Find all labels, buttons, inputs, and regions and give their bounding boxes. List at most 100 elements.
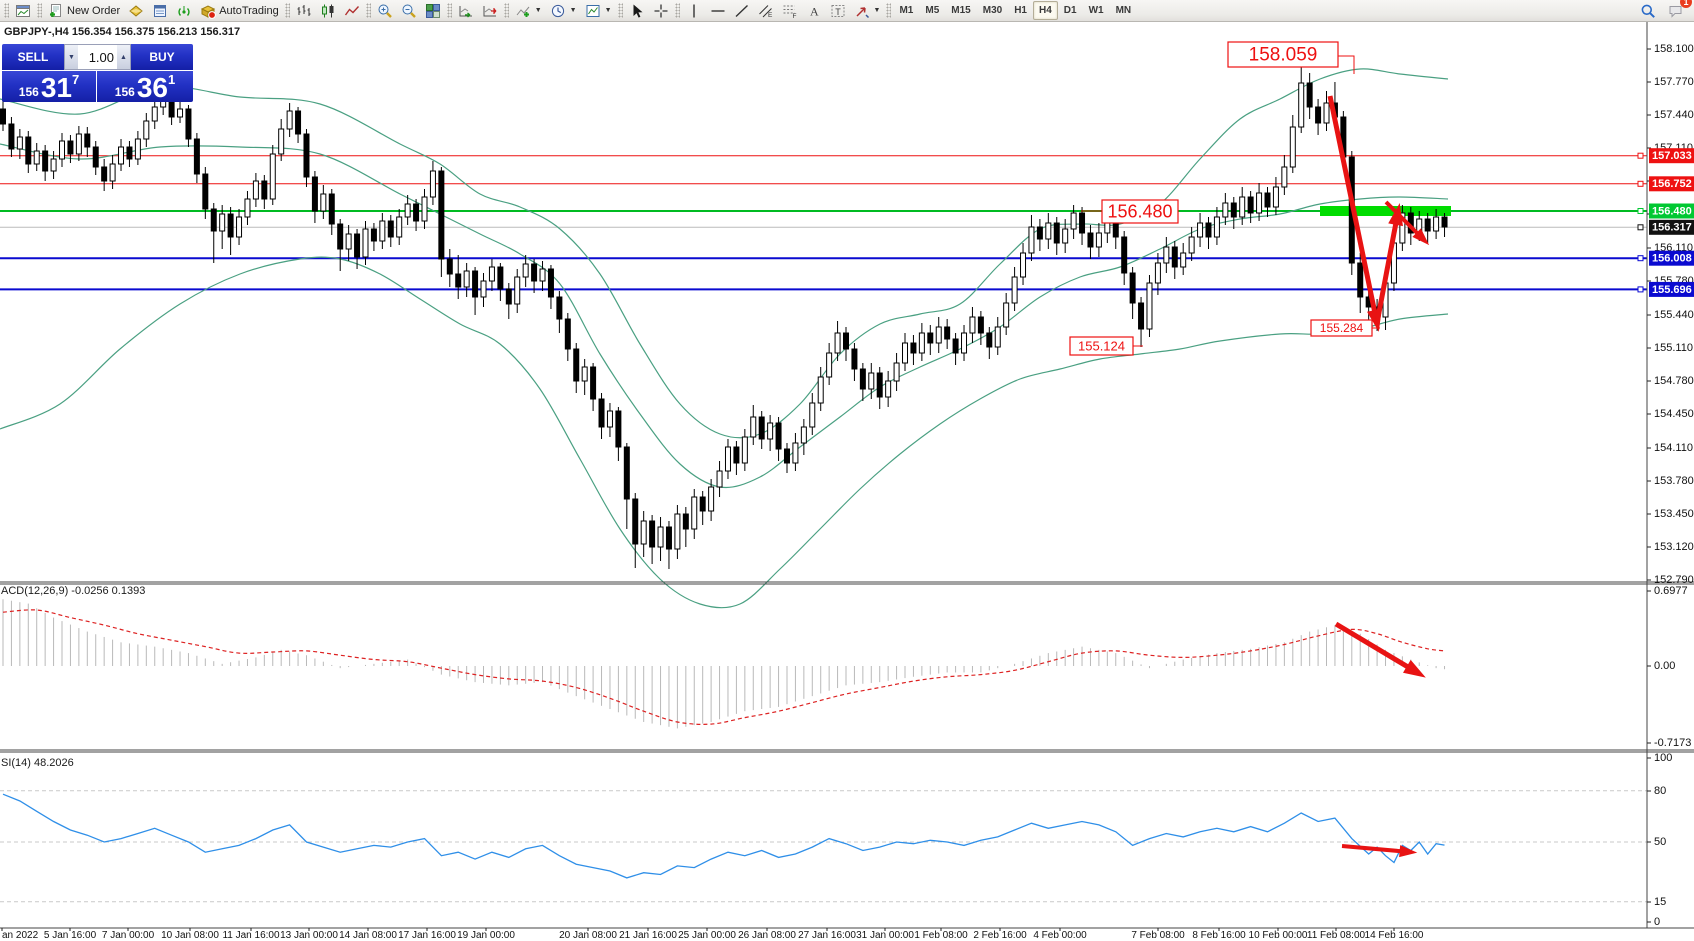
arrows-button[interactable]: ▼ [850, 0, 885, 21]
time-tick-label: 19 Jan 00:00 [457, 930, 515, 941]
crosshair-button[interactable] [649, 0, 673, 21]
annotation-155-284[interactable]: 155.284 [1311, 320, 1380, 336]
time-tick-label: 27 Jan 16:00 [798, 930, 856, 941]
timeframe-h1-button[interactable]: H1 [1008, 1, 1033, 20]
timeframe-mn-button[interactable]: MN [1110, 1, 1138, 20]
channel-icon: E [758, 3, 774, 19]
price-tick-label: 155.110 [1654, 342, 1693, 354]
scale-tick-label: 0 [1654, 916, 1660, 928]
data-window-button[interactable] [148, 0, 172, 21]
buy-button[interactable]: BUY [131, 44, 193, 70]
zoomout-icon [401, 3, 417, 19]
auto-scroll-button[interactable] [454, 0, 478, 21]
scale-tick-label: 50 [1654, 836, 1666, 848]
text-button[interactable]: A [802, 0, 826, 21]
mt4-window: 158.059156.480155.124155.284158.100157.7… [0, 0, 1694, 941]
vline-icon [686, 3, 702, 19]
svg-text:156.752: 156.752 [1652, 178, 1692, 190]
macd-indicator-label: ACD(12,26,9) -0.0256 0.1393 [1, 585, 145, 597]
shift-icon [482, 3, 498, 19]
scale-tick-label: 15 [1654, 896, 1666, 908]
time-tick-label: an 2022 [2, 930, 39, 941]
timeframe-d1-button[interactable]: D1 [1058, 1, 1083, 20]
sell-price-sup: 7 [72, 72, 79, 87]
price-tick-label: 153.450 [1654, 508, 1694, 520]
svg-text:T: T [835, 6, 841, 16]
search-button[interactable] [1636, 0, 1660, 21]
price-tick-label: 154.450 [1654, 408, 1694, 420]
chart-shift-button[interactable] [478, 0, 502, 21]
time-axis[interactable]: an 20225 Jan 16:007 Jan 00:0010 Jan 08:0… [2, 928, 1424, 941]
notification-badge: 1 [1680, 0, 1692, 8]
horizontal-line-button[interactable] [706, 0, 730, 21]
bars-icon [296, 3, 312, 19]
crosshair-icon [653, 3, 669, 19]
textA-icon: A [806, 3, 822, 19]
time-tick-label: 7 Feb 08:00 [1131, 930, 1185, 941]
timeframe-m5-button[interactable]: M5 [919, 1, 945, 20]
text-label-button[interactable]: T [826, 0, 850, 21]
cursor-button[interactable] [625, 0, 649, 21]
chevron-down-icon: ▼ [874, 7, 881, 14]
timeframe-m15-button[interactable]: M15 [945, 1, 976, 20]
chart-canvas[interactable]: 158.059156.480155.124155.284158.100157.7… [0, 0, 1694, 941]
templates-button[interactable]: ▼ [581, 0, 616, 21]
chevron-down-icon: ▼ [605, 7, 612, 14]
trend-icon [734, 3, 750, 19]
buy-price-small: 156 [115, 85, 135, 99]
timeframe-h4-button[interactable]: H4 [1033, 1, 1058, 20]
new-order-button[interactable]: New Order [44, 0, 124, 21]
clock-icon [550, 3, 566, 19]
sell-button[interactable]: SELL [2, 44, 64, 70]
volume-decrease-button[interactable]: ▼ [65, 45, 78, 69]
time-tick-label: 20 Jan 08:00 [559, 930, 617, 941]
svg-text:156.317: 156.317 [1652, 222, 1692, 234]
timeframe-w1-button[interactable]: W1 [1083, 1, 1110, 20]
indicators-button[interactable]: ▼ [511, 0, 546, 21]
toolbar-grip [366, 3, 371, 18]
time-tick-label: 25 Jan 00:00 [678, 930, 736, 941]
time-tick-label: 7 Jan 00:00 [102, 930, 155, 941]
zoom-in-button[interactable] [373, 0, 397, 21]
toolbar-grip [37, 3, 42, 18]
vertical-line-button[interactable] [682, 0, 706, 21]
equidistant-channel-button[interactable]: E [754, 0, 778, 21]
signals-button[interactable] [172, 0, 196, 21]
autotrading-button[interactable]: AutoTrading [196, 0, 283, 21]
neworder-icon [48, 3, 64, 19]
indicators-icon [515, 3, 531, 19]
green-highlight-zone[interactable] [1320, 206, 1451, 216]
annotation-155-124[interactable]: 155.124 [1070, 337, 1143, 355]
price-tick-label: 157.440 [1654, 109, 1694, 121]
textT-icon: T [830, 3, 846, 19]
candle [270, 145, 275, 205]
rsi-indicator-label: SI(14) 48.2026 [1, 757, 74, 769]
timeframe-m30-button[interactable]: M30 [977, 1, 1008, 20]
zoom-out-button[interactable] [397, 0, 421, 21]
market-watch-button[interactable] [124, 0, 148, 21]
line-chart-button[interactable] [340, 0, 364, 21]
toolbar-grip [675, 3, 680, 18]
volume-value[interactable]: 1.00 [78, 45, 117, 69]
toolbar: New OrderAutoTrading▼▼▼EFAT▼M1M5M15M30H1… [0, 0, 1694, 22]
sell-price-display[interactable]: 156 31 7 [2, 71, 96, 102]
periods-button[interactable]: ▼ [546, 0, 581, 21]
time-tick-label: 2 Feb 16:00 [973, 930, 1027, 941]
hline-icon [710, 3, 726, 19]
buy-price-display[interactable]: 156 36 1 [97, 71, 193, 102]
fibonacci-button[interactable]: F [778, 0, 802, 21]
bar-chart-button[interactable] [292, 0, 316, 21]
volume-increase-button[interactable]: ▲ [117, 45, 130, 69]
autoscroll-icon [458, 3, 474, 19]
trendline-button[interactable] [730, 0, 754, 21]
candle [1147, 275, 1152, 337]
toolbar-grip [886, 3, 891, 18]
datawin-icon [152, 3, 168, 19]
toolbar-grip [618, 3, 623, 18]
candlestick-chart-button[interactable] [316, 0, 340, 21]
chart-window-button[interactable] [11, 0, 35, 21]
timeframe-m1-button[interactable]: M1 [893, 1, 919, 20]
scale-tick-label: -0.7173 [1654, 737, 1691, 749]
tile-windows-button[interactable] [421, 0, 445, 21]
linechart-icon [344, 3, 360, 19]
